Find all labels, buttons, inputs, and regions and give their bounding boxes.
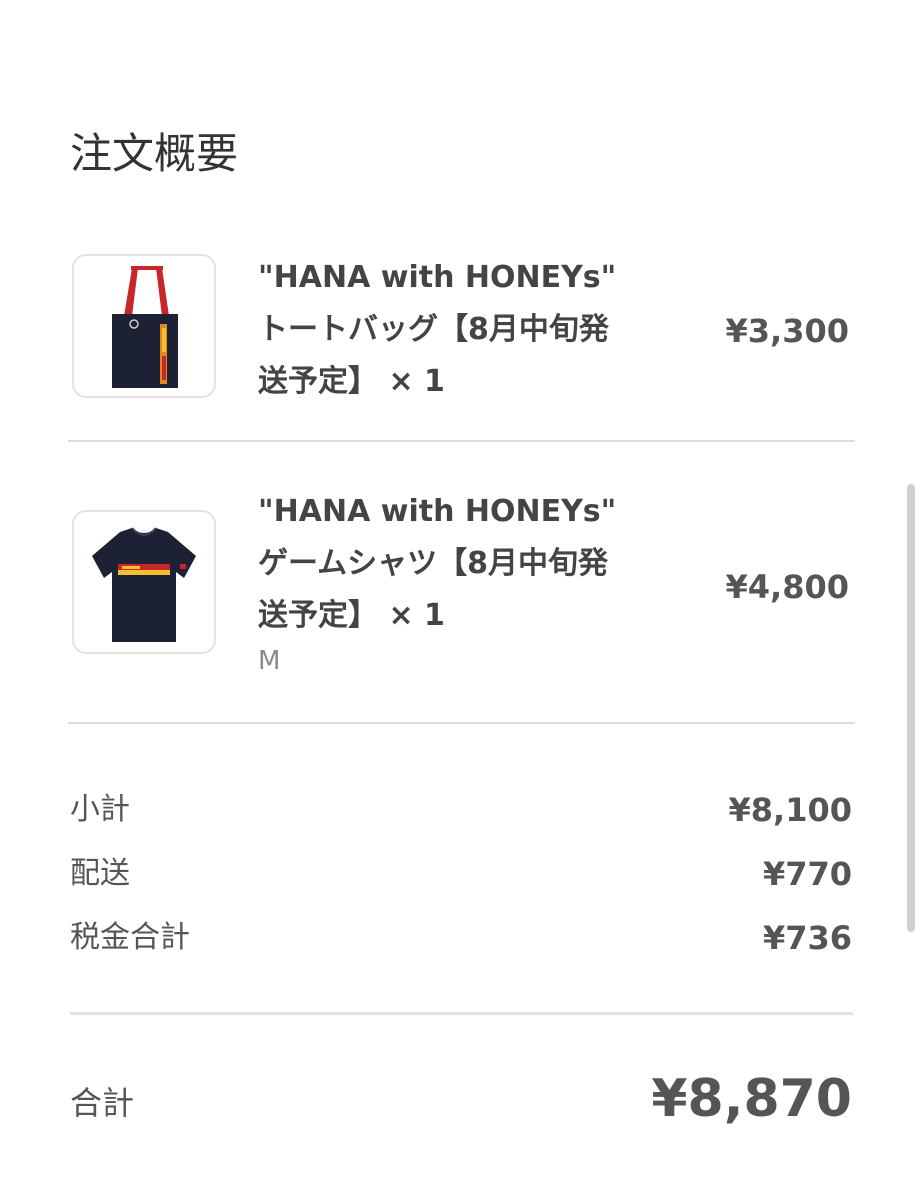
tax-row: 税金合計 ¥736	[70, 916, 852, 960]
tax-label: 税金合計	[70, 920, 190, 955]
item-price: ¥4,800	[725, 568, 849, 606]
item-name: "HANA with HONEYs" ゲームシャツ【8月中旬発 送予定】 × 1	[258, 494, 617, 633]
total-value: ¥8,870	[651, 1069, 852, 1129]
shipping-value: ¥770	[762, 855, 852, 893]
divider	[70, 1012, 853, 1015]
scrollbar[interactable]	[907, 484, 915, 932]
shipping-label: 配送	[70, 856, 130, 891]
item-price: ¥3,300	[725, 312, 849, 350]
divider	[68, 722, 855, 724]
order-line-item[interactable]: "HANA with HONEYs" ゲームシャツ【8月中旬発 送予定】 × 1…	[0, 494, 923, 680]
item-variant: M	[258, 646, 281, 676]
subtotal-value: ¥8,100	[728, 791, 852, 829]
tax-value: ¥736	[762, 919, 852, 957]
item-name: "HANA with HONEYs" トートバッグ【8月中旬発 送予定】 × 1	[258, 260, 617, 399]
game-shirt-image	[92, 527, 196, 642]
shipping-row: 配送 ¥770	[70, 852, 852, 896]
divider	[68, 440, 855, 442]
total-row: 合計 ¥8,870	[70, 1066, 852, 1134]
game-shirt-thumbnail	[72, 510, 216, 654]
subtotal-row: 小計 ¥8,100	[70, 788, 852, 832]
subtotal-label: 小計	[70, 792, 130, 827]
tote-bag-thumbnail	[72, 254, 216, 398]
order-line-item[interactable]: "HANA with HONEYs" トートバッグ【8月中旬発 送予定】 × 1…	[0, 254, 923, 404]
total-label: 合計	[70, 1084, 135, 1122]
order-summary-title: 注文概要	[70, 129, 239, 178]
tote-bag-image	[112, 266, 178, 388]
